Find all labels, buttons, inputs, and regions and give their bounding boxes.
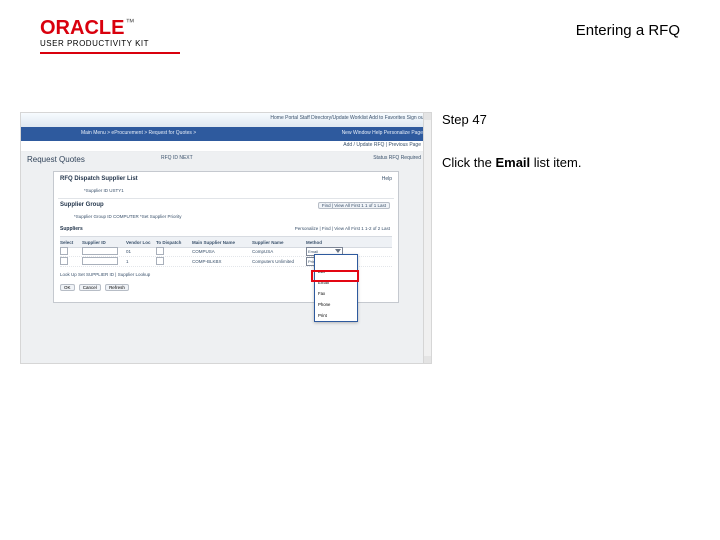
supplier-id-input xyxy=(82,257,118,265)
step-label: Step 47 xyxy=(442,112,702,127)
screenshot-nav-left: Main Menu > eProcurement > Request for Q… xyxy=(81,130,196,136)
brand-subtitle: USER PRODUCTIVITY KIT xyxy=(40,40,180,48)
cell-main-name: COMP-BLKBX xyxy=(192,259,252,264)
body: Home Portal Staff Directory/Update Workl… xyxy=(0,112,720,364)
refresh-button: Refresh xyxy=(105,284,129,291)
cell-supplier-name: Computers Unlimited xyxy=(252,259,306,264)
page-root: ORACLE™ USER PRODUCTIVITY KIT Entering a… xyxy=(0,0,720,540)
instruction-post: list item. xyxy=(530,155,581,170)
screenshot-top-links: Home Portal Staff Directory/Update Workl… xyxy=(270,115,425,121)
instruction-text: Click the Email list item. xyxy=(442,155,702,170)
cell-vendor: 1 xyxy=(126,259,156,264)
checkbox-icon xyxy=(156,247,164,255)
th-supplier-name: Supplier Name xyxy=(252,240,306,245)
instruction-pre: Click the xyxy=(442,155,495,170)
modal-title: RFQ Dispatch Supplier List xyxy=(60,176,138,182)
th-dispatch: To Dispatch xyxy=(156,240,192,245)
screenshot-nav-right: New Window Help Personalize Page xyxy=(342,130,423,136)
ok-button: OK xyxy=(60,284,75,291)
cell-supplier-id xyxy=(82,257,126,265)
dropdown-item-blank[interactable] xyxy=(315,255,357,266)
th-vendor: Vendor Loc xyxy=(126,240,156,245)
checkbox-icon xyxy=(156,257,164,265)
brand-rule xyxy=(40,52,180,54)
modal-fieldrow: *Supplier Group ID COMPUTER *Set Supplie… xyxy=(74,214,182,219)
screenshot-page-title: Request Quotes xyxy=(27,155,85,164)
screenshot-meta-left: RFQ ID NEXT xyxy=(161,155,193,161)
instruction-emphasis: Email xyxy=(495,155,530,170)
modal-note: *Supplier ID USTY1 xyxy=(84,188,124,193)
instruction-panel: Step 47 Click the Email list item. xyxy=(442,112,702,170)
dropdown-item-edi[interactable]: EDI xyxy=(315,266,357,277)
modal-button-row: OK Cancel Refresh xyxy=(60,284,132,291)
screenshot: Home Portal Staff Directory/Update Workl… xyxy=(20,112,432,364)
cell-supplier-name: CompUSA xyxy=(252,249,306,254)
th-supplier-id: Supplier ID xyxy=(82,240,126,245)
dropdown-item-print[interactable]: Print xyxy=(315,310,357,321)
cell-select xyxy=(60,257,82,265)
brand-logo: ORACLE™ USER PRODUCTIVITY KIT xyxy=(40,18,180,54)
screenshot-topbar: Home Portal Staff Directory/Update Workl… xyxy=(21,113,431,127)
header: ORACLE™ USER PRODUCTIVITY KIT Entering a… xyxy=(0,0,720,60)
cell-vendor: 01 xyxy=(126,249,156,254)
modal-divider xyxy=(58,198,394,199)
screenshot-scrollbar xyxy=(423,113,431,363)
dropdown-item-fax[interactable]: Fax xyxy=(315,288,357,299)
screenshot-breadcrumb: Add / Update RFQ | Previous Page xyxy=(343,142,421,148)
cell-supplier-id xyxy=(82,247,126,255)
supplier-id-input xyxy=(82,247,118,255)
dropdown-item-email[interactable]: Email xyxy=(315,277,357,288)
modal-pager: Personalize | Find | View All First 1 1-… xyxy=(295,226,390,231)
modal-review-links: Find | View All First 1 1 of 1 Last xyxy=(318,202,390,209)
modal-section: Supplier Group xyxy=(60,202,104,208)
scroll-up-icon xyxy=(424,113,431,120)
dropdown-item-phone[interactable]: Phone xyxy=(315,299,357,310)
th-method: Method xyxy=(306,240,346,245)
th-select: Select xyxy=(60,240,82,245)
method-dropdown-list: EDI Email Fax Phone Print xyxy=(314,254,358,322)
checkbox-icon xyxy=(60,257,68,265)
screenshot-subheader: Add / Update RFQ | Previous Page xyxy=(21,141,431,152)
cell-dispatch xyxy=(156,247,192,255)
modal-link-row: Look Up Set SUPPLIER ID | Supplier Looku… xyxy=(60,272,150,277)
cell-dispatch xyxy=(156,257,192,265)
screenshot-meta-right: Status RFQ Required xyxy=(373,155,421,161)
cell-select xyxy=(60,247,82,255)
checkbox-icon xyxy=(60,247,68,255)
th-main-name: Main Supplier Name xyxy=(192,240,252,245)
cancel-button: Cancel xyxy=(79,284,101,291)
modal-help-link: Help xyxy=(382,176,392,182)
topic-title: Entering a RFQ xyxy=(576,18,680,39)
screenshot-modal: RFQ Dispatch Supplier List Help *Supplie… xyxy=(53,171,399,303)
brand-tm: ™ xyxy=(125,17,134,27)
scroll-down-icon xyxy=(424,356,431,363)
cell-main-name: COMPUSA xyxy=(192,249,252,254)
brand-name: ORACLE xyxy=(40,17,124,39)
modal-subhead: Suppliers xyxy=(60,226,83,232)
